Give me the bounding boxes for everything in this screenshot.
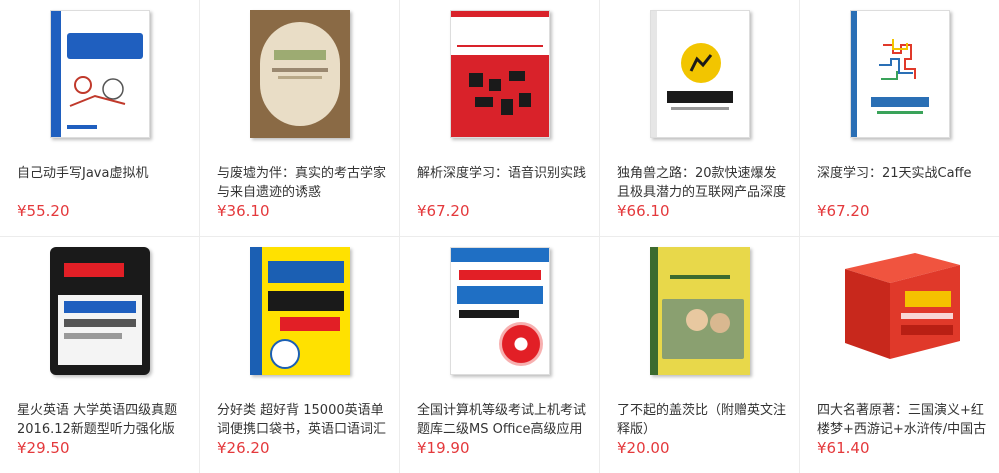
book-cover-icon[interactable]: [49, 247, 150, 375]
product-price: ¥55.20: [17, 202, 70, 220]
book-cover-icon[interactable]: [649, 10, 750, 138]
product-title[interactable]: 与废墟为伴：真实的考古学家与来自遗迹的诱惑: [217, 164, 389, 202]
product-price: ¥29.50: [17, 439, 70, 457]
product-price: ¥26.20: [217, 439, 270, 457]
product-price: ¥19.90: [417, 439, 470, 457]
product-card[interactable]: 解析深度学习：语音识别实践 ¥67.20: [400, 0, 600, 237]
book-cover-icon[interactable]: [449, 10, 550, 138]
product-title[interactable]: 星火英语 大学英语四级真题2016.12新题型听力强化版 艾: [17, 401, 189, 439]
product-image-wrap[interactable]: [400, 247, 599, 385]
product-image-wrap[interactable]: [0, 247, 199, 385]
product-title[interactable]: 全国计算机等级考试上机考试题库二级MS Office高级应用: [417, 401, 589, 439]
product-title[interactable]: 了不起的盖茨比（附赠英文注释版）: [617, 401, 789, 439]
product-price: ¥67.20: [817, 202, 870, 220]
product-card[interactable]: 与废墟为伴：真实的考古学家与来自遗迹的诱惑 ¥36.10: [200, 0, 400, 237]
product-image-wrap[interactable]: [600, 247, 799, 385]
product-card[interactable]: 了不起的盖茨比（附赠英文注释版） ¥20.00: [600, 237, 800, 473]
product-title[interactable]: 分好类 超好背 15000英语单词便携口袋书，英语口语词汇学: [217, 401, 389, 439]
book-cover-icon[interactable]: [449, 247, 550, 375]
product-title[interactable]: 四大名著原著：三国演义+红楼梦+西游记+水浒传/中国古典文: [817, 401, 989, 439]
product-price: ¥61.40: [817, 439, 870, 457]
product-image-wrap[interactable]: [200, 10, 399, 148]
product-image-wrap[interactable]: [200, 247, 399, 385]
book-box-set-icon[interactable]: [835, 247, 965, 365]
product-card[interactable]: 全国计算机等级考试上机考试题库二级MS Office高级应用 ¥19.90: [400, 237, 600, 473]
book-cover-icon[interactable]: [649, 247, 750, 375]
product-card[interactable]: 分好类 超好背 15000英语单词便携口袋书，英语口语词汇学 ¥26.20: [200, 237, 400, 473]
product-image-wrap[interactable]: [800, 10, 999, 148]
product-title[interactable]: 独角兽之路：20款快速爆发且极具潜力的互联网产品深度剖: [617, 164, 789, 202]
product-image-wrap[interactable]: [800, 247, 999, 385]
product-title[interactable]: 解析深度学习：语音识别实践: [417, 164, 589, 183]
product-image-wrap[interactable]: [0, 10, 199, 148]
product-card[interactable]: 自己动手写Java虚拟机 ¥55.20: [0, 0, 200, 237]
product-card[interactable]: 深度学习：21天实战Caffe ¥67.20: [800, 0, 999, 237]
product-title[interactable]: 自己动手写Java虚拟机: [17, 164, 189, 183]
product-grid: 自己动手写Java虚拟机 ¥55.20 与废墟为伴：真实的考古学家与来自遗迹的诱…: [0, 0, 999, 473]
book-cover-icon[interactable]: [849, 10, 950, 138]
product-price: ¥20.00: [617, 439, 670, 457]
book-cover-icon[interactable]: [249, 247, 350, 375]
product-price: ¥36.10: [217, 202, 270, 220]
product-card[interactable]: 独角兽之路：20款快速爆发且极具潜力的互联网产品深度剖 ¥66.10: [600, 0, 800, 237]
product-card[interactable]: 四大名著原著：三国演义+红楼梦+西游记+水浒传/中国古典文 ¥61.40: [800, 237, 999, 473]
product-price: ¥66.10: [617, 202, 670, 220]
product-image-wrap[interactable]: [600, 10, 799, 148]
book-cover-icon[interactable]: [249, 10, 350, 138]
product-card[interactable]: 星火英语 大学英语四级真题2016.12新题型听力强化版 艾 ¥29.50: [0, 237, 200, 473]
product-price: ¥67.20: [417, 202, 470, 220]
product-image-wrap[interactable]: [400, 10, 599, 148]
product-title[interactable]: 深度学习：21天实战Caffe: [817, 164, 989, 183]
book-cover-icon[interactable]: [49, 10, 150, 138]
